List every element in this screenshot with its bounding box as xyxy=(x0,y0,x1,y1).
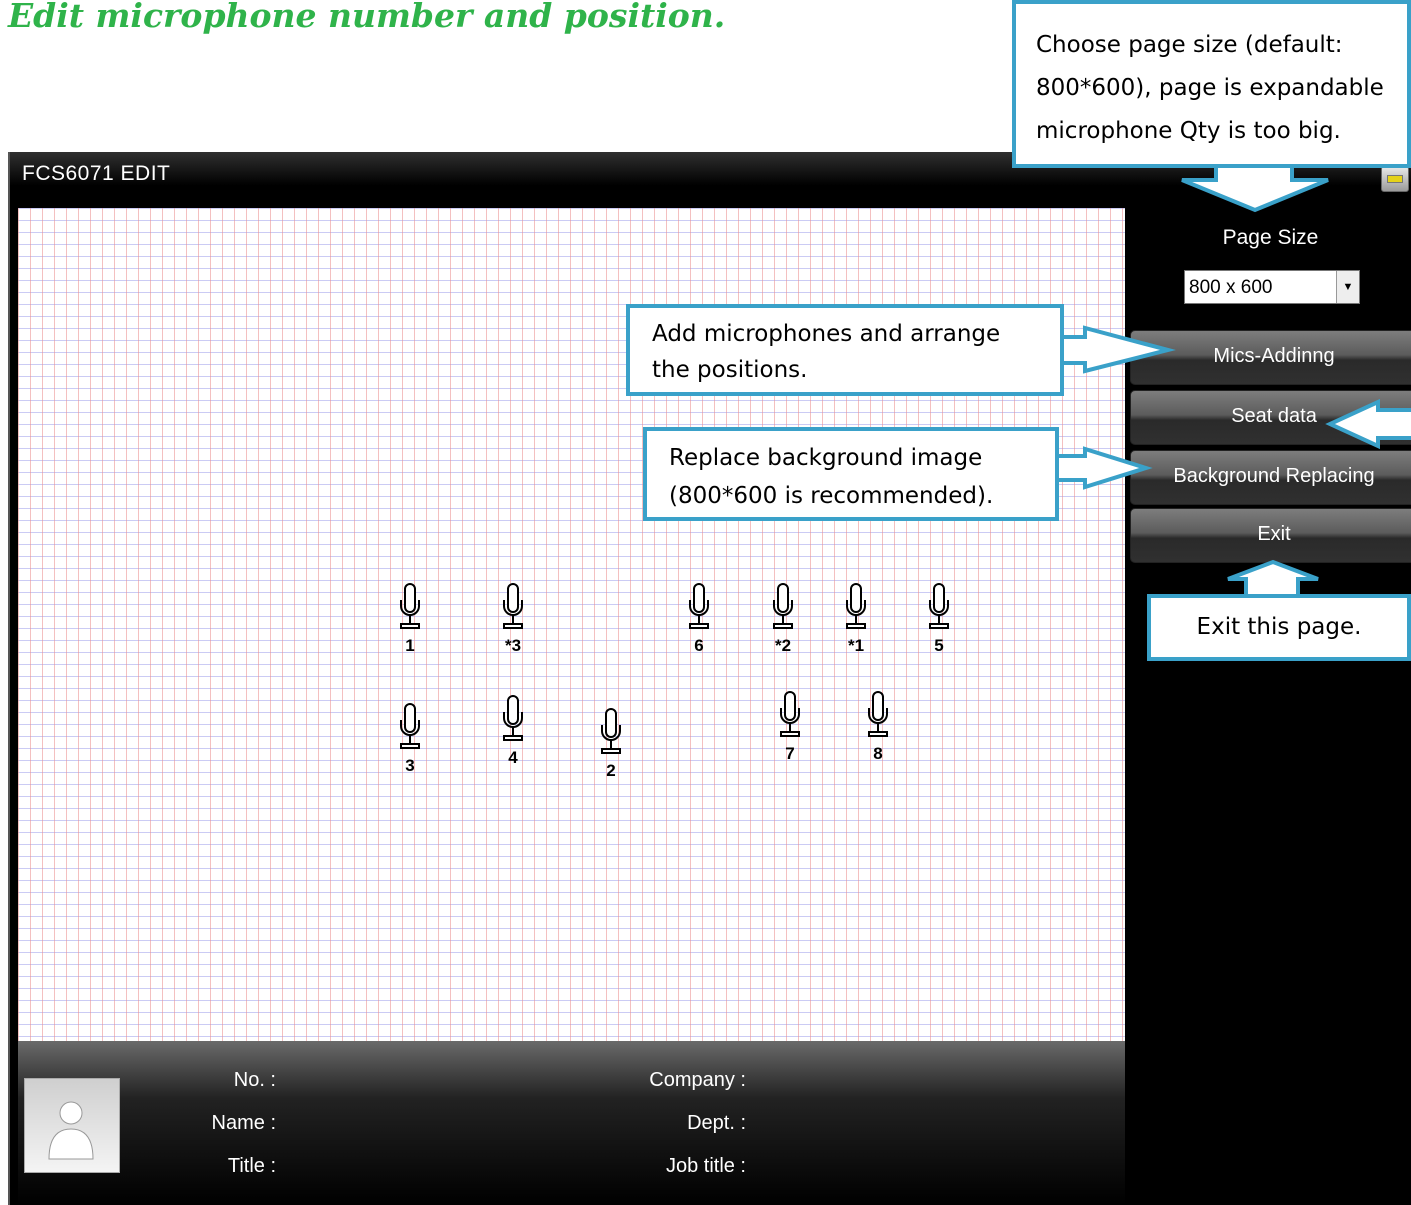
page-size-value: 800 x 600 xyxy=(1189,277,1273,298)
person-icon xyxy=(48,1101,94,1160)
microphone[interactable]: 8 xyxy=(858,690,898,764)
microphone[interactable]: *1 xyxy=(836,582,876,656)
microphone-icon xyxy=(846,583,866,629)
mic-number: 6 xyxy=(694,636,704,655)
microphone[interactable]: 2 xyxy=(591,707,631,781)
background-callout: Replace background image (800*600 is rec… xyxy=(643,427,1059,521)
microphone-icon xyxy=(503,583,523,629)
mic-number: 3 xyxy=(405,756,415,775)
page-size-label: Page Size xyxy=(1222,226,1319,249)
callout-line: Replace background image xyxy=(669,445,983,471)
microphone[interactable]: *3 xyxy=(493,582,533,656)
microphone[interactable]: 7 xyxy=(770,690,810,764)
mic-number: *1 xyxy=(847,636,865,655)
dropdown-arrow-icon[interactable]: ▼ xyxy=(1336,271,1359,303)
microphone-icon xyxy=(773,583,793,629)
mic-number: 7 xyxy=(785,744,795,763)
mic-number: *3 xyxy=(504,636,522,655)
microphone[interactable]: 6 xyxy=(679,582,719,656)
microphone[interactable]: *2 xyxy=(763,582,803,656)
microphone-icon xyxy=(689,583,709,629)
add-mics-callout: Add microphones and arrange the position… xyxy=(626,304,1064,396)
document-heading: Edit microphone number and position. xyxy=(8,0,726,35)
seat-data-button[interactable]: Seat data xyxy=(1130,390,1411,445)
dept-label: Dept. : xyxy=(687,1112,746,1134)
microphone-icon xyxy=(868,691,888,737)
callout-line: the positions. xyxy=(652,357,808,383)
exit-button[interactable]: Exit xyxy=(1130,508,1411,563)
microphone[interactable]: 1 xyxy=(390,582,430,656)
mic-number: 2 xyxy=(606,761,616,780)
side-panel: Page Size 800 x 600 ▼ Mics-Addinng Seat … xyxy=(1128,208,1411,1205)
window-title: FCS6071 EDIT xyxy=(22,162,171,185)
microphone[interactable]: 5 xyxy=(919,582,959,656)
microphone-icon xyxy=(780,691,800,737)
no-label: No. : xyxy=(233,1069,276,1091)
microphone-icon xyxy=(400,583,420,629)
page-size-select[interactable]: 800 x 600 ▼ xyxy=(1184,270,1360,304)
mics-adding-button[interactable]: Mics-Addinng xyxy=(1130,330,1411,385)
delegate-info-bar: No. : Name : Title : Company : Dept. : J… xyxy=(18,1041,1125,1205)
name-label: Name : xyxy=(211,1112,276,1134)
mic-number: 5 xyxy=(934,636,944,655)
microphone-icon xyxy=(400,703,420,749)
microphone[interactable]: 3 xyxy=(390,702,430,776)
company-label: Company : xyxy=(649,1069,746,1091)
page-size-callout: Choose page size (default: 800*600), pag… xyxy=(1012,0,1411,168)
mic-number: 4 xyxy=(508,748,518,767)
callout-line: Choose page size (default: xyxy=(1036,32,1343,58)
exit-callout: Exit this page. xyxy=(1147,594,1411,661)
microphone-icon xyxy=(503,695,523,741)
callout-line: 800*600), page is expandable xyxy=(1036,75,1384,101)
mic-number: 1 xyxy=(405,636,415,655)
callout-line: Add microphones and arrange xyxy=(652,321,1001,347)
microphone-icon xyxy=(601,708,621,754)
callout-line: microphone Qty is too big. xyxy=(1036,118,1341,144)
mic-number: 8 xyxy=(873,744,883,763)
avatar xyxy=(24,1078,120,1173)
background-replacing-button[interactable]: Background Replacing xyxy=(1130,450,1411,505)
callout-line: (800*600 is recommended). xyxy=(669,483,994,509)
title-label: Title : xyxy=(227,1155,276,1177)
minimize-icon[interactable] xyxy=(1381,166,1409,192)
mic-number: *2 xyxy=(774,636,792,655)
microphone-icon xyxy=(929,583,949,629)
job-title-label: Job title : xyxy=(665,1155,746,1177)
microphone[interactable]: 4 xyxy=(493,694,533,768)
